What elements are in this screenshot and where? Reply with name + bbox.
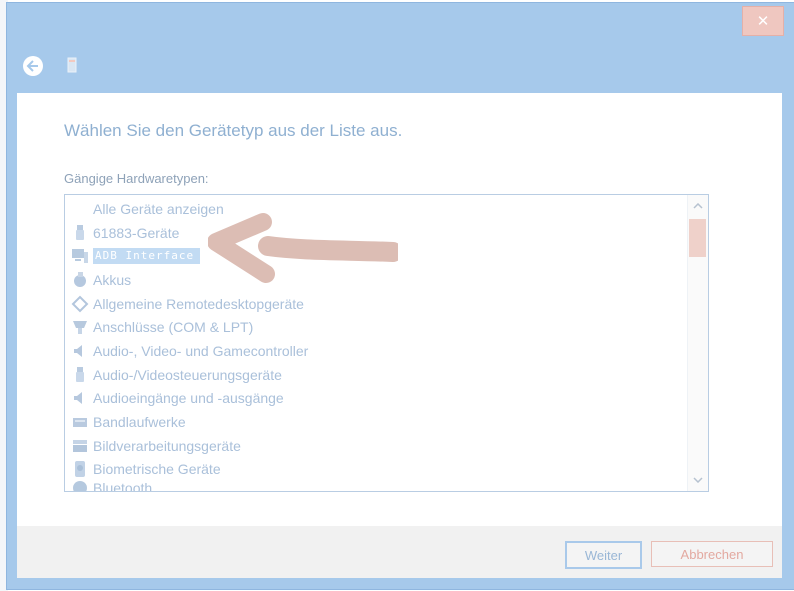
list-item[interactable]: Anschlüsse (COM & LPT) [65,315,685,339]
bluetooth-icon [71,481,89,491]
port-icon [71,318,89,336]
list-item[interactable]: Allgemeine Remotedesktopgeräte [65,292,685,316]
chevron-up-icon [693,203,703,209]
dialog-footer: Weiter Abbrechen [17,526,782,578]
list-item-label: 61883-Geräte [93,224,180,241]
hardware-types-label: Gängige Hardwaretypen: [64,171,209,186]
fingerprint-icon [71,460,89,478]
navigation-row [7,37,794,95]
list-item[interactable]: Audio-, Video- und Gamecontroller [65,339,685,363]
back-arrow-icon [26,60,38,72]
list-item-label: Bildverarbeitungsgeräte [93,437,241,454]
list-item[interactable]: Bildverarbeitungsgeräte [65,434,685,458]
list-item-label: Bluetooth [93,481,153,492]
speaker-icon [71,342,89,360]
dialog-content: Wählen Sie den Gerätetyp aus der Liste a… [17,93,782,526]
list-item-label: ADB Interface [93,248,201,265]
list-item[interactable]: Bandlaufwerke [65,410,685,434]
list-item-label: Akkus [93,271,132,288]
scanner-icon [71,437,89,455]
add-hardware-dialog: ✕ Wählen Sie den Gerätetyp aus der Liste… [6,2,794,590]
battery-icon [71,271,89,289]
wizard-device-icon [67,57,77,73]
scroll-thumb[interactable] [689,219,706,257]
usb-plug-icon [71,366,89,384]
scroll-up-button[interactable] [688,197,708,215]
title-bar: ✕ [7,3,794,37]
usb-plug-icon [71,224,89,242]
list-item-label: Bandlaufwerke [93,414,186,431]
list-item-label: Allgemeine Remotedesktopgeräte [93,295,304,312]
list-item-label: Biometrische Geräte [93,461,221,478]
list-item-label: Audioeingänge und -ausgänge [93,390,284,407]
list-item-label: Audio-/Videosteuerungsgeräte [93,366,282,383]
vertical-scrollbar[interactable] [687,195,708,491]
close-icon: ✕ [756,13,770,30]
list-item-label: Alle Geräte anzeigen [93,200,224,217]
chevron-down-icon [693,477,703,483]
tape-drive-icon [71,413,89,431]
next-button[interactable]: Weiter [565,541,642,569]
computer-icon [71,247,89,265]
list-item[interactable]: Audio-/Videosteuerungsgeräte [65,363,685,387]
page-heading: Wählen Sie den Gerätetyp aus der Liste a… [64,121,403,140]
remote-desktop-icon [71,295,89,313]
blank-icon [71,200,89,218]
close-button[interactable]: ✕ [742,6,784,36]
scroll-down-button[interactable] [688,471,708,489]
annotation-arrow [208,213,398,283]
list-item[interactable]: Bluetooth [65,481,685,492]
list-item[interactable]: Biometrische Geräte [65,458,685,482]
speaker-icon [71,389,89,407]
list-item-label: Anschlüsse (COM & LPT) [93,319,254,336]
back-button[interactable] [23,56,43,76]
list-item[interactable]: Audioeingänge und -ausgänge [65,387,685,411]
cancel-button[interactable]: Abbrechen [651,541,773,567]
list-item-label: Audio-, Video- und Gamecontroller [93,342,309,359]
